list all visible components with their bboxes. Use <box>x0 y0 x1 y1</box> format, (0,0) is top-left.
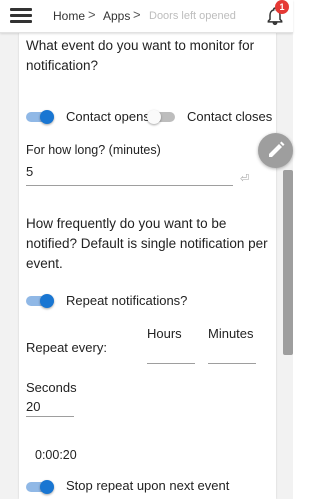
repeat-interval-readout: 0:00:20 <box>35 448 77 462</box>
notification-count-badge: 1 <box>275 0 289 14</box>
seconds-input-underline <box>26 416 74 417</box>
breadcrumb-separator: > <box>88 7 96 22</box>
stop-repeat-label: Stop repeat upon next event <box>66 478 230 493</box>
minutes-input-underline <box>208 363 256 364</box>
duration-label: For how long? (minutes) <box>26 143 161 157</box>
repeat-every-label: Repeat every: <box>26 340 107 355</box>
minutes-label: Minutes <box>208 326 254 341</box>
contact-opens-toggle[interactable] <box>26 110 54 124</box>
duration-input[interactable]: 5 <box>26 162 33 182</box>
seconds-input[interactable]: 20 <box>26 397 40 417</box>
frequency-question: How frequently do you want to be notifie… <box>26 216 268 271</box>
hours-input-underline <box>147 363 195 364</box>
seconds-label: Seconds <box>26 380 77 395</box>
edit-button[interactable] <box>258 133 293 168</box>
hours-input[interactable] <box>147 342 195 362</box>
contact-opens-label: Contact opens <box>66 109 150 124</box>
top-app-bar: Home > Apps > Doors left opened 1 <box>0 0 293 33</box>
hours-label: Hours <box>147 326 182 341</box>
menu-icon[interactable] <box>10 6 32 24</box>
breadcrumb-home[interactable]: Home <box>53 9 85 23</box>
stop-repeat-toggle[interactable] <box>26 480 54 494</box>
scrollbar-thumb[interactable] <box>283 170 293 355</box>
contact-closes-label: Contact closes <box>187 109 273 124</box>
repeat-notifications-toggle[interactable] <box>26 294 54 308</box>
repeat-notifications-label: Repeat notifications? <box>66 293 188 308</box>
left-gutter <box>0 33 19 499</box>
breadcrumb-current-page: Doors left opened <box>149 10 236 22</box>
duration-input-underline <box>26 185 233 186</box>
breadcrumb-separator: > <box>133 7 141 22</box>
contact-closes-toggle[interactable] <box>147 110 175 124</box>
breadcrumb-apps[interactable]: Apps <box>103 9 130 23</box>
enter-key-icon[interactable]: ⏎ <box>240 172 249 185</box>
pencil-icon <box>269 141 285 157</box>
event-question: What event do you want to monitor for no… <box>26 38 255 73</box>
minutes-input[interactable] <box>208 342 256 362</box>
